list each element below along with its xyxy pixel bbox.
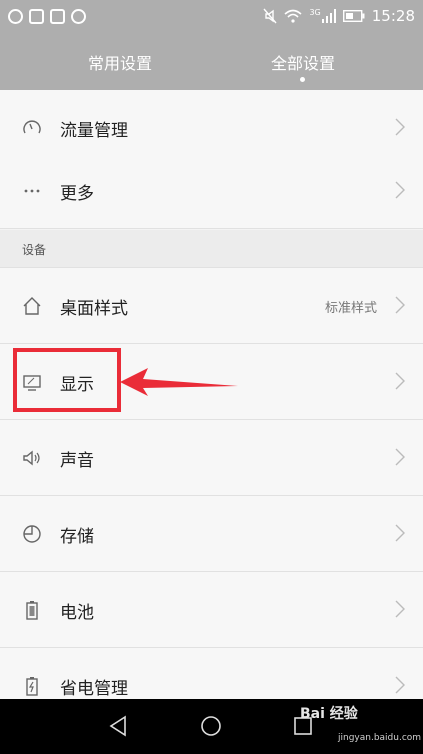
tab-common-settings[interactable]: 常用设置: [88, 50, 152, 74]
speaker-icon: [23, 450, 40, 466]
row-label: 桌面样式: [60, 299, 128, 319]
navigation-bar: [0, 699, 423, 754]
watermark-url: jingyan.baidu.com: [338, 733, 422, 743]
watermark-logo: Bai 经验: [300, 706, 358, 722]
home-icon: [23, 297, 41, 315]
settings-row-home-style[interactable]: 桌面样式 标准样式: [0, 268, 423, 344]
gauge-icon: [23, 120, 41, 134]
chevron-right-icon: [395, 118, 405, 136]
chevron-right-icon: [395, 448, 405, 466]
row-label: 更多: [60, 184, 94, 204]
notification-browser-icon: [71, 9, 86, 24]
signal-icon: [321, 9, 336, 23]
row-label: 省电管理: [60, 679, 128, 699]
active-tab-indicator: [300, 77, 305, 82]
notification-app-icon: [8, 9, 23, 24]
section-header-device: 设备: [0, 230, 423, 268]
pie-chart-icon: [23, 525, 41, 543]
annotation-arrow: [120, 368, 238, 396]
status-bar: 3G 15:28: [0, 0, 423, 34]
settings-row-storage[interactable]: 存储: [0, 496, 423, 572]
row-label: 电池: [60, 603, 94, 623]
ellipsis-icon: [24, 189, 40, 193]
battery-charging-icon: [26, 677, 38, 696]
row-label: 流量管理: [60, 121, 128, 141]
status-time: 15:28: [371, 7, 415, 25]
mute-icon: [263, 8, 278, 24]
settings-row-sound[interactable]: 声音: [0, 420, 423, 496]
battery-icon: [26, 601, 38, 620]
annotation-highlight-box: [13, 348, 121, 412]
row-label: 存储: [60, 527, 94, 547]
home-button-icon[interactable]: [200, 715, 222, 737]
battery-status-icon: [342, 10, 365, 22]
chevron-right-icon: [395, 181, 405, 199]
notification-file-icon: [29, 9, 44, 24]
chevron-right-icon: [395, 372, 405, 390]
row-label: 声音: [60, 451, 94, 471]
network-type-label: 3G: [309, 7, 321, 17]
row-value: 标准样式: [324, 301, 377, 316]
back-icon[interactable]: [108, 715, 128, 737]
chevron-right-icon: [395, 676, 405, 694]
settings-row-battery[interactable]: 电池: [0, 572, 423, 648]
section-title: 设备: [22, 243, 47, 257]
tab-all-settings[interactable]: 全部设置: [271, 50, 335, 74]
wifi-icon: [284, 9, 302, 23]
settings-row-more[interactable]: 更多: [0, 153, 423, 229]
chevron-right-icon: [395, 524, 405, 542]
chevron-right-icon: [395, 296, 405, 314]
notification-icons: [8, 9, 86, 24]
settings-tab-bar: 常用设置 全部设置: [0, 34, 423, 90]
notification-image-icon: [50, 9, 65, 24]
chevron-right-icon: [395, 600, 405, 618]
